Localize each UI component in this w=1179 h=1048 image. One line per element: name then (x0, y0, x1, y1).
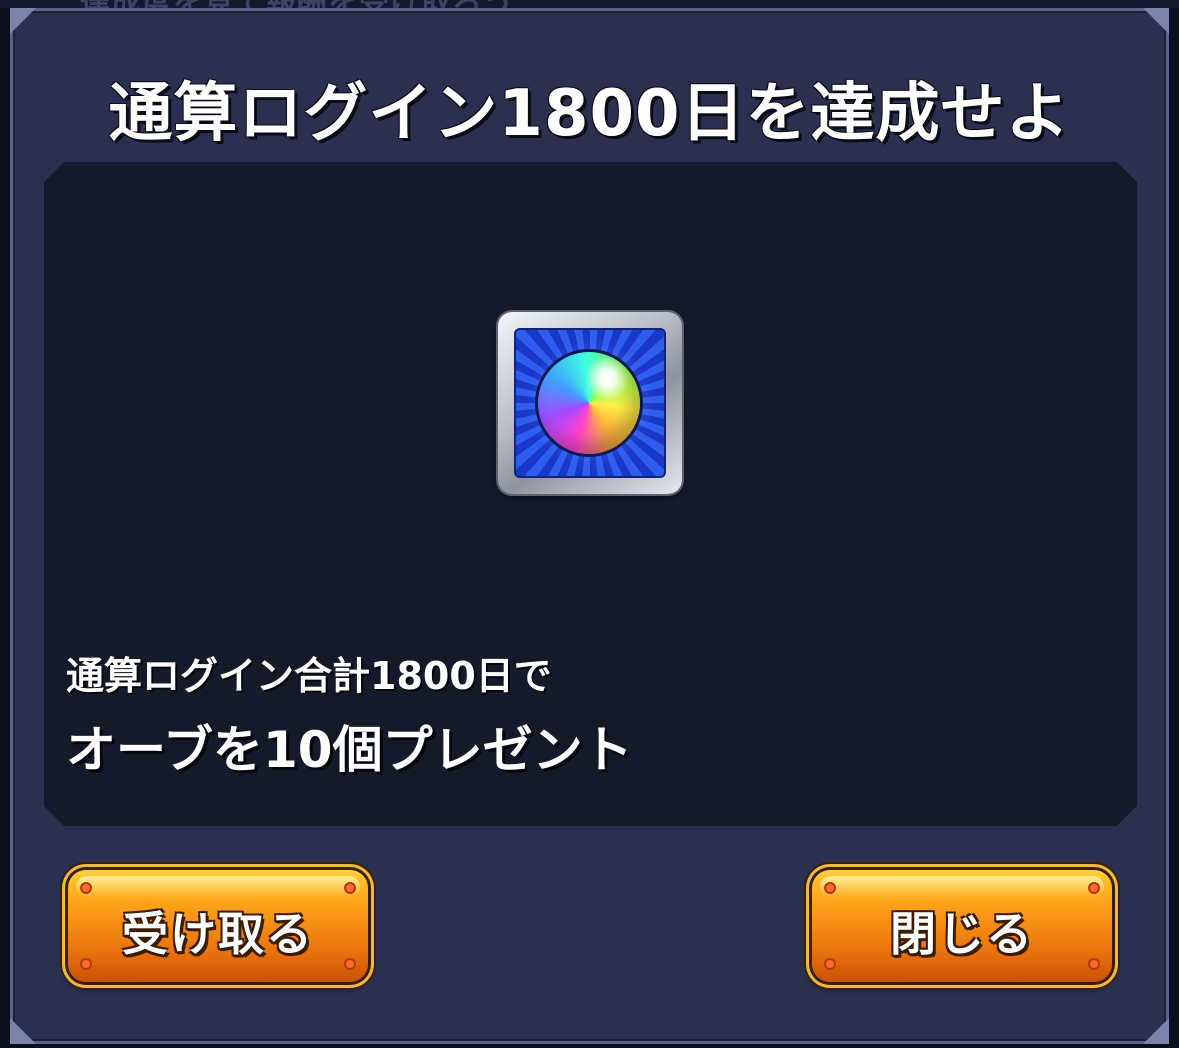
receive-button[interactable]: 受け取る (68, 870, 368, 982)
button-gloss (820, 876, 1104, 898)
corner-ornament (10, 8, 36, 34)
button-gloss (76, 876, 360, 898)
reward-item-background (514, 328, 666, 478)
receive-button-label: 受け取る (122, 907, 314, 961)
corner-ornament (10, 1018, 36, 1044)
reward-condition-text: 通算ログイン合計1800日で (66, 654, 552, 698)
corner-ornament (1143, 1018, 1169, 1044)
reward-item-frame (498, 312, 682, 494)
dialog-title: 通算ログイン1800日を達成せよ (108, 77, 1071, 151)
bolt-icon (82, 884, 90, 892)
background-strip: 達成度を見て報酬を受け取ろう (0, 0, 1179, 21)
close-button-label: 閉じる (890, 907, 1034, 961)
corner-ornament (1143, 8, 1169, 34)
reward-description-text: オーブを10個プレゼント (66, 721, 633, 779)
bolt-icon (346, 884, 354, 892)
bolt-icon (826, 884, 834, 892)
rainbow-orb-icon (538, 352, 640, 454)
bolt-icon (1090, 884, 1098, 892)
close-button[interactable]: 閉じる (812, 870, 1112, 982)
